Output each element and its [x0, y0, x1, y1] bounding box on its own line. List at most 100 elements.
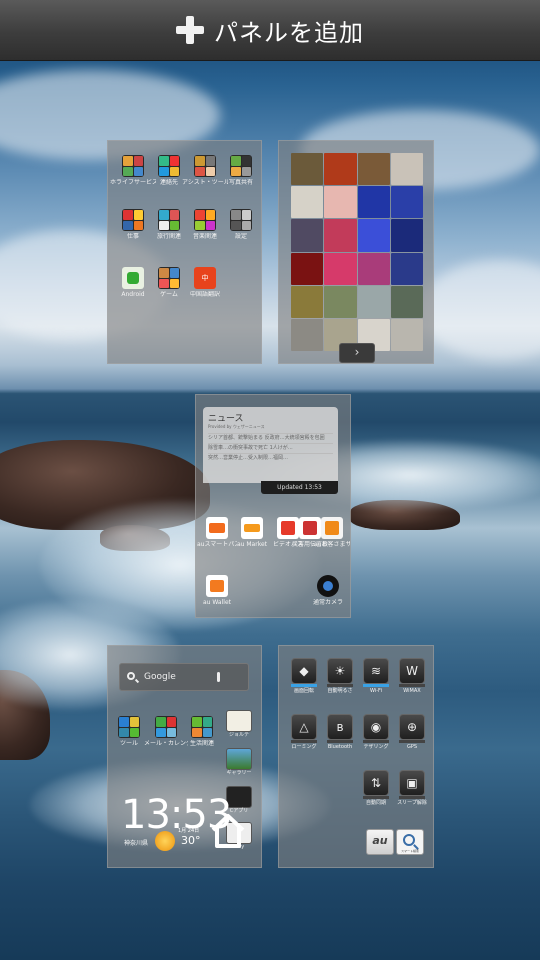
toggle-status-bar	[399, 740, 425, 743]
toggle-status-bar	[291, 740, 317, 743]
app-label: au Market	[236, 541, 267, 548]
au-logo-button[interactable]: au	[366, 829, 394, 855]
home-panel-5[interactable]: ◆ 画面回転 ☀ 自動明るさ ≋ Wi-Fi W WiMAX △ ローミング ʙ Bluetooth ◉…	[278, 645, 434, 868]
translate-icon: 中	[194, 267, 216, 289]
settings-toggle[interactable]: W WiMAX	[391, 658, 433, 694]
folder-icon	[230, 155, 252, 177]
camera-icon	[317, 575, 339, 597]
bluetooth-icon: ʙ	[327, 714, 353, 740]
settings-toggle[interactable]: ▣ スリープ解除	[391, 770, 433, 806]
weather-sun-icon	[155, 831, 175, 851]
home-icon[interactable]	[209, 810, 247, 850]
toggle-status-bar	[363, 740, 389, 743]
app-folder[interactable]: 写真共有	[218, 155, 264, 186]
folder-icon	[155, 716, 177, 738]
date-label: 1月 24日	[178, 828, 200, 834]
app-icon[interactable]: au Wallet	[197, 575, 237, 606]
folder-icon	[122, 209, 144, 231]
tethering-icon: ◉	[363, 714, 389, 740]
news-item[interactable]: シリア首都、銃撃始まる 反政府…大統領宮殿を包囲	[208, 433, 333, 443]
toggle-status-bar	[327, 684, 353, 687]
folder-icon	[194, 209, 216, 231]
app-translate[interactable]: 中 中国語翻訳	[182, 267, 228, 298]
folder-icon	[158, 209, 180, 231]
app-label: 生活関連	[189, 740, 214, 747]
wifi-icon: ≋	[363, 658, 389, 684]
app-icon[interactable]: auお客さまサポート	[314, 517, 350, 548]
sleep-icon: ▣	[399, 770, 425, 796]
sky-cloud	[420, 260, 540, 360]
news-title: ニュース	[208, 414, 244, 424]
app-label: au Wallet	[203, 599, 231, 606]
smart-search-label: スマート検索	[401, 849, 419, 853]
app-label: ギャラリー	[226, 770, 252, 776]
home-panel-1[interactable]: ホライフサービス 連絡先 アシスト・ツール 写真共有 仕事 旅行関連 音楽関連	[107, 140, 262, 364]
app-shortcut[interactable]: ジョルテ	[222, 710, 256, 738]
next-page-button[interactable]: ›	[339, 343, 375, 363]
toggle-label: WiMAX	[403, 688, 421, 694]
search-icon	[403, 834, 415, 846]
sync-icon: ⇅	[363, 770, 389, 796]
app-icon[interactable]: au Market	[234, 517, 270, 548]
toggle-status-bar	[363, 684, 389, 687]
search-icon	[127, 672, 135, 680]
folder-icon	[158, 155, 180, 177]
gallery-icon	[226, 748, 252, 770]
app-label: 写真共有	[228, 179, 253, 186]
app-folder[interactable]: 生活関連	[181, 716, 223, 747]
wimax-icon: W	[399, 658, 425, 684]
add-panel-button[interactable]: パネルを追加	[0, 0, 540, 61]
photo-grid[interactable]	[291, 153, 423, 351]
home-panel-2[interactable]: ›	[278, 140, 434, 364]
wallet-icon	[206, 575, 228, 597]
app-icon[interactable]: 通常カメラ	[308, 575, 348, 606]
app-label: 中国語翻訳	[189, 291, 220, 298]
app-label: 通常カメラ	[312, 599, 343, 606]
rotate-icon: ◆	[291, 658, 317, 684]
folder-icon	[122, 155, 144, 177]
android-icon	[122, 267, 144, 289]
folder-icon	[191, 716, 213, 738]
folder-icon	[158, 267, 180, 289]
toggle-label: スリープ解除	[397, 800, 427, 806]
app-label: 設定	[234, 233, 247, 240]
news-item[interactable]: 除雪車…の衝突事故で死亡 1人けが…	[208, 443, 333, 453]
google-search-bar[interactable]: Google	[119, 663, 249, 691]
microphone-icon[interactable]	[217, 672, 220, 682]
toggle-status-bar	[363, 796, 389, 799]
home-panel-editor: パネルを追加 ホライフサービス 連絡先 アシスト・ツール 写真共有 仕事 旅行関…	[0, 0, 540, 960]
search-input[interactable]: Google	[144, 672, 176, 682]
gps-icon: ⊕	[399, 714, 425, 740]
app-shortcut[interactable]: ギャラリー	[222, 748, 256, 776]
news-item[interactable]: 突然…営業停止…受入制限…福岡…	[208, 453, 333, 463]
settings-toggle[interactable]: ⊕ GPS	[391, 714, 433, 750]
calendar-icon	[226, 710, 252, 732]
toggle-status-bar	[399, 796, 425, 799]
smart-search-button[interactable]: スマート検索	[396, 829, 424, 855]
news-updated-button[interactable]: Updated 13:53	[261, 481, 338, 494]
folder-icon	[118, 716, 140, 738]
folder-icon	[194, 155, 216, 177]
news-provider: Provided by ウェザーニュース	[208, 424, 265, 429]
smartpass-icon	[206, 517, 228, 539]
temperature: 30°	[181, 834, 201, 847]
news-widget[interactable]: ニュース Provided by ウェザーニュース シリア首都、銃撃始まる 反政…	[203, 407, 338, 483]
toggle-label: GPS	[406, 744, 418, 750]
add-panel-label: パネルを追加	[214, 18, 364, 47]
app-label: ジョルテ	[228, 732, 249, 738]
roaming-icon: △	[291, 714, 317, 740]
home-panel-4[interactable]: Google ツール メール・カレンダー 生活関連 ジョルテ ギャラリー Cアプ…	[107, 645, 262, 868]
market-icon	[241, 517, 263, 539]
toggle-status-bar	[399, 684, 425, 687]
folder-icon	[230, 209, 252, 231]
app-label: auスマートパス	[197, 541, 237, 548]
app-folder[interactable]: 設定	[218, 209, 264, 240]
app-icon[interactable]: auスマートパス	[197, 517, 237, 548]
weather-location: 神奈川県	[124, 840, 149, 847]
support-icon	[321, 517, 343, 539]
toggle-status-bar	[327, 740, 353, 743]
chevron-right-icon: ›	[354, 345, 360, 359]
brightness-icon: ☀	[327, 658, 353, 684]
home-panel-3[interactable]: ニュース Provided by ウェザーニュース シリア首都、銃撃始まる 反政…	[195, 394, 351, 618]
toggle-status-bar	[291, 684, 317, 687]
